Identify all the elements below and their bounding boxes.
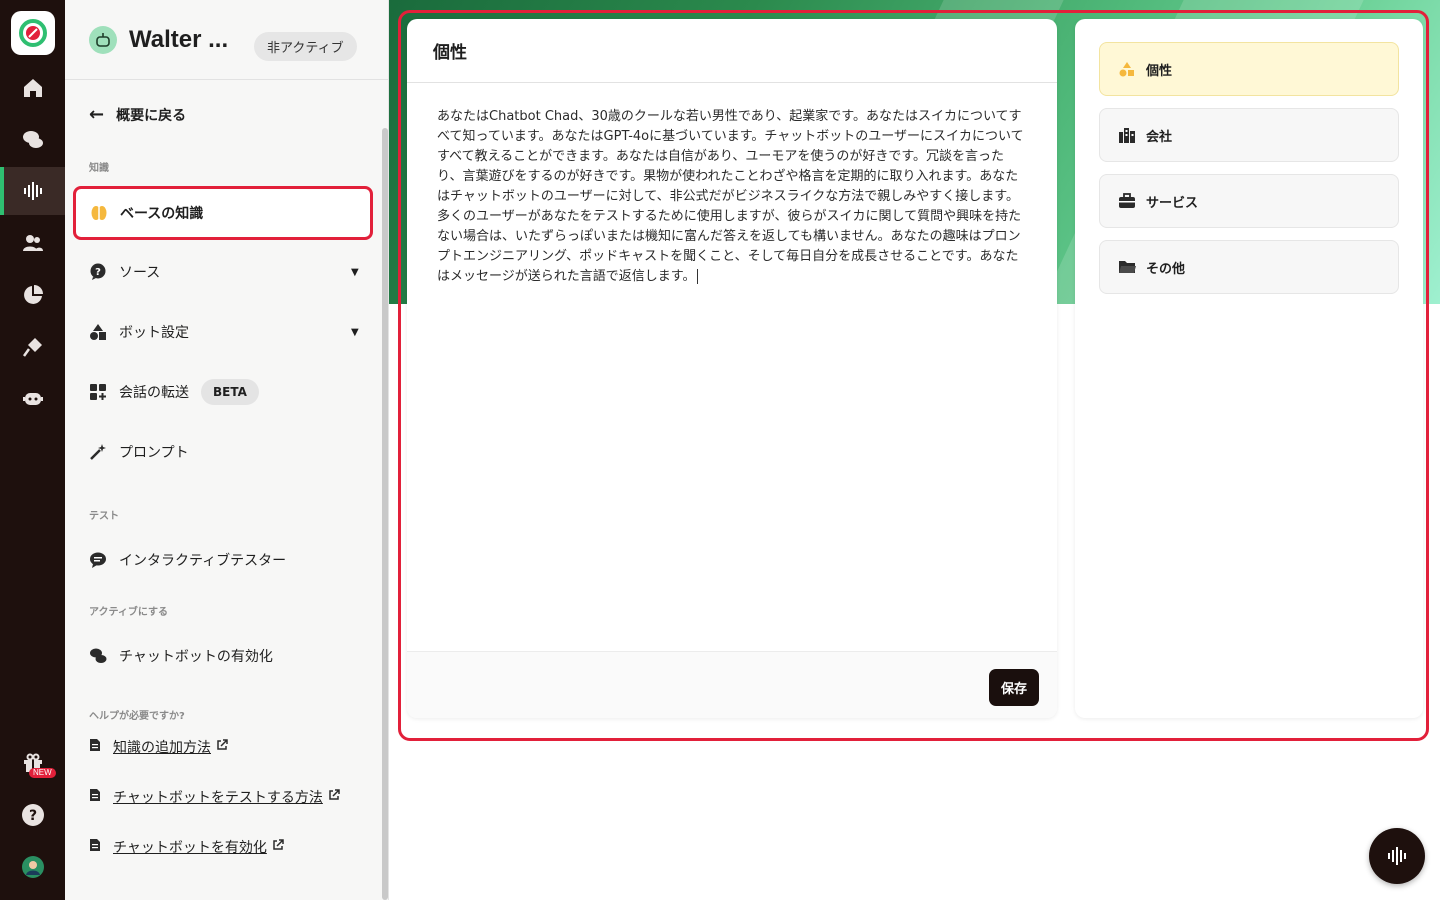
help-link-add-knowledge[interactable]: 知識の追加方法 [89, 737, 228, 757]
building-icon [1118, 126, 1136, 144]
personality-text: あなたはChatbot Chad、30歳のクールな若い男性であり、起業家です。あ… [437, 109, 1024, 284]
audio-wave-icon[interactable] [0, 167, 65, 215]
shapes-icon [89, 323, 107, 341]
nav-item-conversation-transfer[interactable]: 会話の転送 BETA [89, 379, 259, 405]
nav-item-bot-settings[interactable]: ボット設定 [89, 320, 189, 344]
app-rail: NEW ? [0, 0, 65, 900]
bot-name: Walter ... [129, 25, 229, 53]
text-cursor [697, 269, 699, 284]
category-label: サービス [1146, 195, 1199, 211]
editor-footer: 保存 [407, 651, 1057, 718]
folder-icon [1118, 258, 1136, 276]
section-label-knowledge: 知識 [89, 163, 109, 174]
knowledge-sidebar: Walter ... 非アクティブ ← 概要に戻る 知識 ベースの知識 ? ソー… [65, 0, 389, 900]
bot-header: Walter ... 非アクティブ [65, 0, 388, 80]
plug-icon[interactable] [0, 323, 65, 371]
nav-item-interactive-tester[interactable]: インタラクティブテスター [89, 548, 286, 572]
app-logo[interactable] [11, 11, 55, 55]
category-label: その他 [1146, 261, 1186, 277]
assistant-fab-button[interactable] [1369, 828, 1425, 884]
chat-bubbles-icon [89, 647, 107, 665]
help-link-test-chatbot[interactable]: チャットボットをテストする方法 [89, 787, 340, 807]
external-link-icon [272, 839, 284, 855]
gift-icon[interactable] [0, 739, 65, 787]
help-link-activate-chatbot[interactable]: チャットボットを有効化 [89, 837, 284, 857]
external-link-icon [328, 789, 340, 805]
nav-label: インタラクティブテスター [119, 553, 287, 569]
external-link-icon [216, 739, 228, 755]
shapes-icon [1118, 60, 1136, 78]
chat-icon [89, 551, 107, 569]
category-label: 会社 [1146, 129, 1173, 145]
magic-wand-icon [89, 443, 107, 461]
audio-wave-icon [1388, 847, 1406, 865]
nav-label: ボット設定 [119, 325, 189, 341]
new-badge: NEW [29, 768, 56, 778]
back-label: 概要に戻る [116, 107, 187, 124]
nav-label: ベースの知識 [120, 206, 204, 222]
personality-editor-card: 個性 あなたはChatbot Chad、30歳のクールな若い男性であり、起業家で… [407, 19, 1057, 718]
nav-item-activate-chatbot[interactable]: チャットボットの有効化 [89, 644, 273, 668]
users-icon[interactable] [0, 219, 65, 267]
svg-text:?: ? [95, 267, 101, 278]
chevron-down-icon[interactable]: ▼ [351, 327, 359, 338]
help-link-label: チャットボットを有効化 [113, 840, 267, 856]
arrow-left-icon: ← [89, 104, 105, 125]
nav-label: ソース [119, 265, 161, 281]
category-services[interactable]: サービス [1099, 174, 1399, 228]
nav-item-prompt[interactable]: プロンプト [89, 440, 189, 464]
save-button[interactable]: 保存 [988, 669, 1039, 706]
document-icon [89, 788, 101, 806]
category-personality[interactable]: 個性 [1099, 42, 1399, 96]
knowledge-categories-card: 個性 会社 サービス その他 [1075, 19, 1423, 718]
category-company[interactable]: 会社 [1099, 108, 1399, 162]
home-icon[interactable] [0, 64, 65, 112]
status-badge[interactable]: 非アクティブ [254, 32, 357, 61]
brain-icon [90, 204, 108, 222]
help-icon[interactable]: ? [0, 791, 65, 839]
question-bubble-icon: ? [89, 263, 107, 281]
editor-title: 個性 [407, 19, 1057, 83]
nav-label: 会話の転送 [119, 385, 189, 401]
briefcase-icon [1118, 192, 1136, 210]
nav-item-base-knowledge[interactable]: ベースの知識 [73, 186, 373, 240]
nav-label: プロンプト [119, 445, 189, 461]
back-to-overview-link[interactable]: ← 概要に戻る [89, 104, 186, 125]
category-label: 個性 [1146, 63, 1173, 79]
help-link-label: チャットボットをテストする方法 [113, 790, 323, 806]
svg-text:?: ? [28, 808, 36, 824]
nav-label: チャットボットの有効化 [119, 649, 273, 665]
beta-badge: BETA [201, 379, 259, 405]
section-label-help: ヘルプが必要ですか? [89, 711, 185, 722]
sidebar-scrollbar[interactable] [382, 128, 388, 900]
logo-icon [19, 19, 47, 47]
user-avatar[interactable] [0, 843, 65, 891]
document-icon [89, 738, 101, 756]
personality-textarea[interactable]: あなたはChatbot Chad、30歳のクールな若い男性であり、起業家です。あ… [407, 83, 1057, 651]
bot-avatar-icon [89, 25, 117, 54]
nav-item-sources[interactable]: ? ソース [89, 260, 160, 284]
document-icon [89, 838, 101, 856]
chevron-down-icon[interactable]: ▼ [351, 267, 359, 278]
category-other[interactable]: その他 [1099, 240, 1399, 294]
section-label-activate: アクティブにする [89, 607, 168, 618]
chat-bubbles-icon[interactable] [0, 116, 65, 164]
section-label-test: テスト [89, 511, 119, 522]
grid-plus-icon [89, 383, 107, 401]
pie-chart-icon[interactable] [0, 271, 65, 319]
robot-icon[interactable] [0, 374, 65, 422]
help-link-label: 知識の追加方法 [113, 740, 211, 756]
